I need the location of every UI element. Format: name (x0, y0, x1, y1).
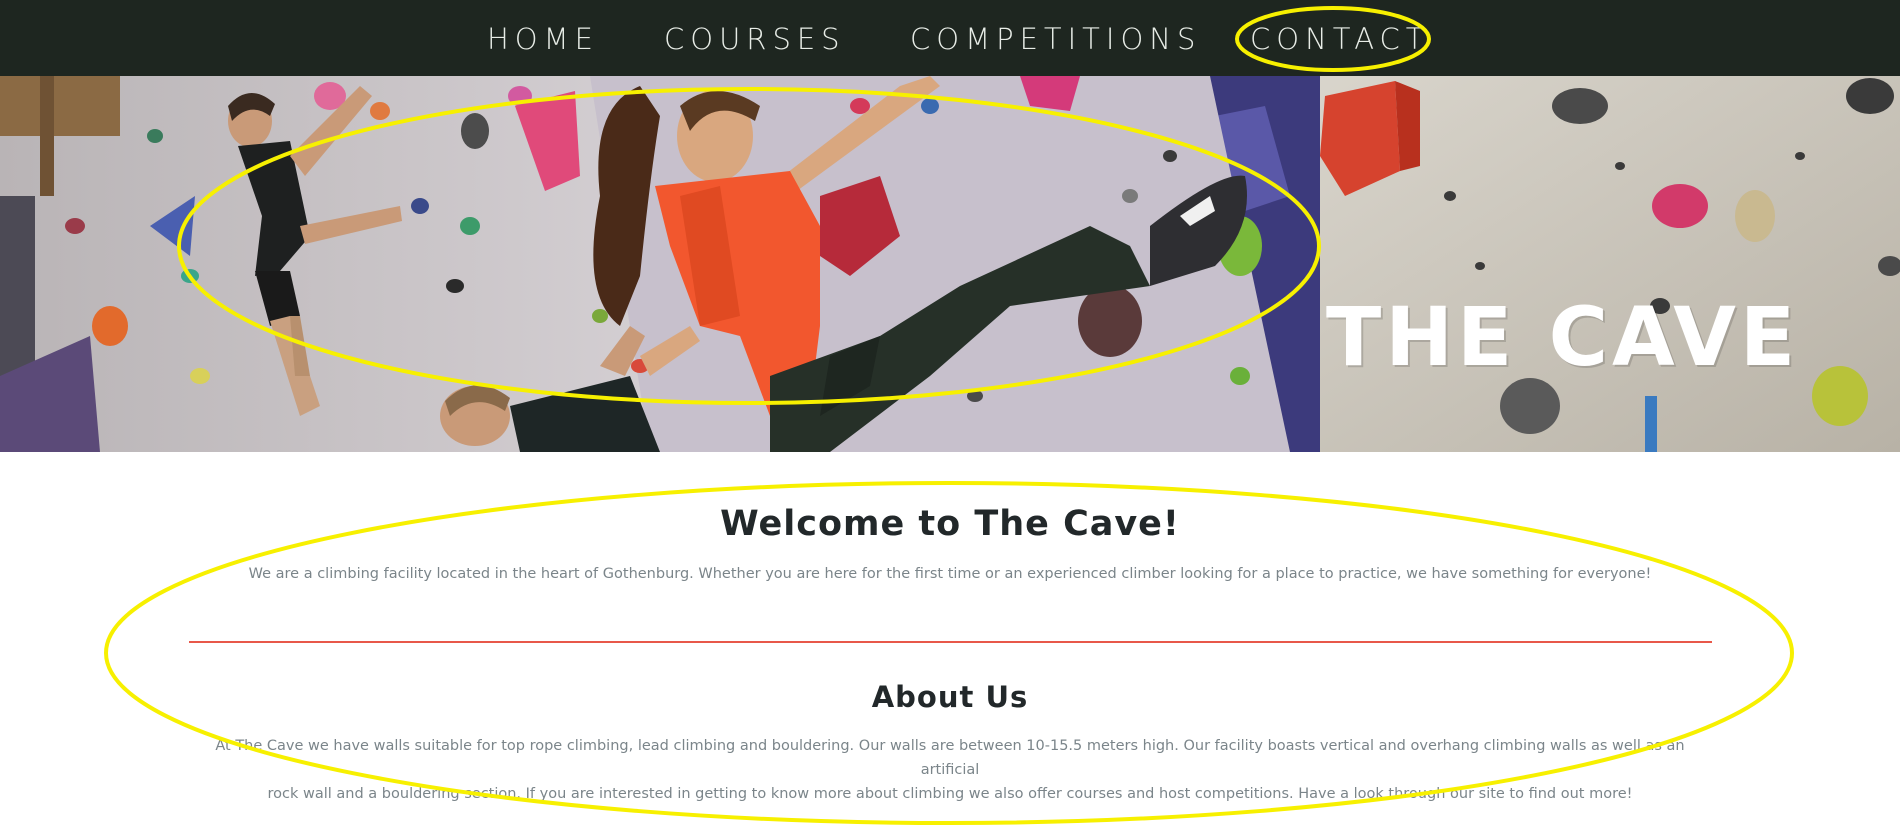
main-content: Welcome to The Cave! We are a climbing f… (0, 452, 1900, 837)
about-text: At The Cave we have walls suitable for t… (190, 734, 1710, 806)
nav-courses-link[interactable]: COURSES (664, 22, 846, 56)
about-text-line-2: rock wall and a bouldering section. If y… (267, 786, 1633, 802)
hero-banner: THE CAVE (0, 76, 1900, 452)
nav-competitions-link[interactable]: COMPETITIONS (910, 22, 1201, 56)
climbing-wall-photo (0, 76, 1900, 452)
welcome-heading: Welcome to The Cave! (720, 504, 1180, 544)
about-heading: About Us (871, 680, 1029, 714)
about-text-line-1: At The Cave we have walls suitable for t… (215, 738, 1685, 778)
nav-contact-link[interactable]: CONTACT (1250, 22, 1430, 56)
hero-title: THE CAVE (1326, 291, 1800, 385)
nav-home-link[interactable]: HOME (487, 22, 599, 56)
top-nav-bar: HOME COURSES COMPETITIONS CONTACT (0, 0, 1900, 76)
section-divider (189, 641, 1712, 643)
welcome-text: We are a climbing facility located in th… (248, 566, 1652, 582)
